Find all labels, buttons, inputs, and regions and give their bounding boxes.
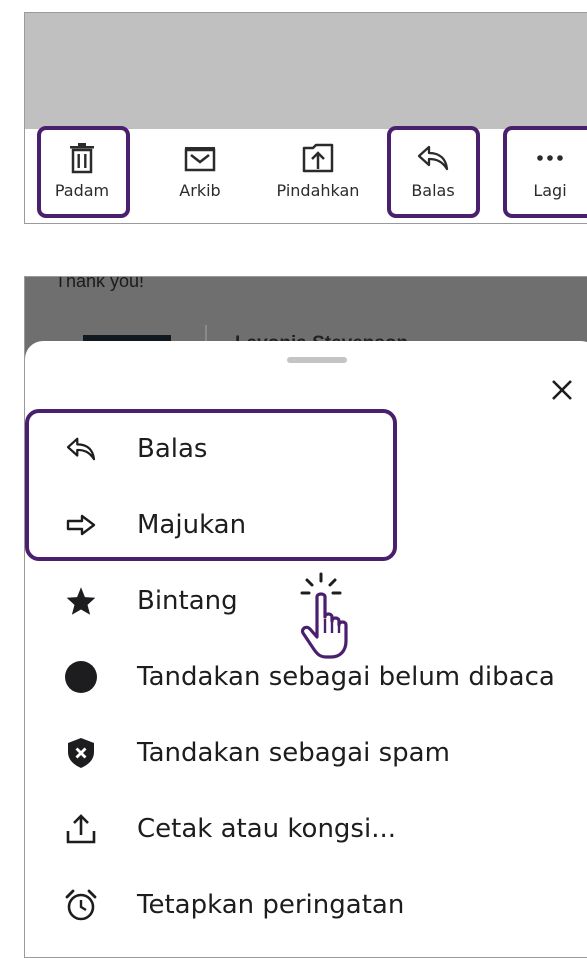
- toolbar-archive-label: Arkib: [179, 181, 221, 200]
- menu-item-mark-spam[interactable]: Tandakan sebagai spam: [25, 715, 587, 791]
- move-icon: [301, 141, 335, 175]
- toolbar-move-label: Pindahkan: [276, 181, 360, 200]
- toolbar-panel: Padam Arkib Pindahkan Balas Lagi: [24, 12, 587, 224]
- archive-icon: [183, 141, 217, 175]
- highlight-delete: [37, 126, 130, 218]
- sheet-drag-handle[interactable]: [287, 357, 347, 363]
- email-body-text: Thank you!: [55, 276, 145, 291]
- toolbar-archive-button[interactable]: Arkib: [155, 131, 245, 219]
- star-icon: [61, 581, 101, 621]
- menu-item-set-reminder[interactable]: Tetapkan peringatan: [25, 867, 587, 943]
- spam-shield-icon: [61, 733, 101, 773]
- highlight-reply: [387, 126, 480, 218]
- menu-item-print-share-label: Cetak atau kongsi...: [137, 814, 396, 844]
- close-button[interactable]: [547, 377, 577, 407]
- message-preview-area: [25, 13, 587, 129]
- menu-item-mark-unread-label: Tandakan sebagai belum dibaca: [137, 662, 555, 692]
- menu-item-star-label: Bintang: [137, 586, 238, 616]
- action-sheet: Balas Majukan Bintang Tandakan sebagai b…: [25, 341, 587, 957]
- menu-item-set-reminder-label: Tetapkan peringatan: [137, 890, 405, 920]
- share-upload-icon: [61, 809, 101, 849]
- toolbar-move-button[interactable]: Pindahkan: [268, 131, 368, 219]
- alarm-clock-icon: [61, 885, 101, 925]
- tap-hand-cursor: [299, 571, 369, 661]
- highlight-more: [503, 126, 587, 218]
- close-icon: [550, 378, 574, 406]
- menu-item-mark-spam-label: Tandakan sebagai spam: [137, 738, 450, 768]
- highlight-reply-forward: [25, 409, 397, 561]
- bottom-sheet-panel: Thank you! Lavonia Stevenson Balas: [24, 276, 587, 958]
- menu-item-print-share[interactable]: Cetak atau kongsi...: [25, 791, 587, 867]
- unread-dot-icon: [61, 657, 101, 697]
